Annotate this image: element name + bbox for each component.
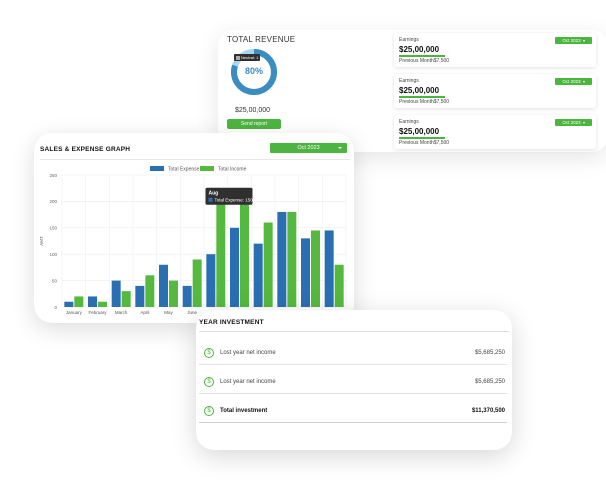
earnings-previous: Previous Month$7,500 — [399, 99, 450, 105]
earnings-progress-bar — [399, 55, 445, 57]
earnings-previous: Previous Month$7,500 — [399, 58, 450, 64]
bar-total-expense — [182, 285, 192, 307]
bar-total-expense — [64, 301, 74, 307]
chevron-down-icon — [582, 80, 585, 83]
investment-title: YEAR INVESTMENT — [199, 319, 264, 326]
dollar-icon: $ — [204, 377, 214, 387]
chevron-down-icon — [582, 39, 585, 42]
bar-total-income — [98, 301, 107, 307]
bar-total-expense — [206, 254, 216, 307]
dollar-icon: $ — [204, 348, 214, 358]
earnings-previous: Previous Month$7,500 — [399, 140, 450, 146]
investment-row: $ Lost year net income $5,685,250 — [199, 342, 507, 365]
legend-label-income: Total Income — [218, 167, 247, 173]
y-tick-label: 150 — [49, 226, 57, 231]
earnings-month-dropdown[interactable]: Oct 2023 — [555, 37, 592, 44]
sales-expense-bar-chart: Total Expense Total Income 0 50 100 150 200 250… — [39, 166, 347, 315]
earnings-month-dropdown-label: Oct 2023 — [562, 120, 581, 125]
earnings-month-dropdown[interactable]: Oct 2023 — [555, 119, 592, 126]
investment-row: $ Lost year net income $5,685,250 — [199, 371, 507, 394]
donut-percent: 80% — [244, 66, 263, 76]
bar-total-expense — [277, 211, 287, 307]
x-tick-label: January — [66, 310, 83, 315]
earnings-label: Earnings — [399, 37, 419, 43]
donut-tooltip: Neutral: 1 — [234, 54, 261, 61]
bar-total-expense — [159, 264, 168, 307]
bar-total-income — [263, 222, 273, 307]
bar-total-expense — [230, 227, 239, 307]
legend-swatch-income — [200, 166, 214, 171]
x-tick-label: February — [88, 310, 107, 315]
earnings-month-dropdown[interactable]: Oct 2023 — [555, 78, 592, 85]
send-report-button[interactable]: Send report — [227, 119, 281, 129]
x-tick-label: June — [187, 310, 197, 315]
chart-tooltip-title: Aug — [209, 190, 219, 196]
revenue-amount: $25,00,000 — [235, 107, 271, 114]
chevron-down-icon — [582, 121, 585, 124]
bar-total-income — [192, 259, 202, 307]
year-investment-card: YEAR INVESTMENT $ Lost year net income $… — [196, 310, 512, 450]
investment-row-value: $5,685,250 — [474, 350, 505, 356]
investment-total-label: Total investment — [220, 408, 268, 414]
sales-expense-graph-card: SALES & EXPENSE GRAPH Oct 2023 Total Exp… — [34, 133, 354, 323]
y-tick-label: 200 — [49, 199, 57, 204]
bar-total-income — [287, 211, 297, 307]
bar-total-income — [216, 201, 226, 307]
earnings-value: $25,00,000 — [399, 86, 440, 95]
bar-total-expense — [88, 296, 97, 307]
earnings-card: Earnings $25,00,000 Previous Month$7,500… — [394, 33, 596, 67]
y-tick-label: 100 — [49, 252, 57, 257]
bar-total-income — [240, 190, 249, 307]
earnings-label: Earnings — [399, 119, 419, 125]
y-tick-label: 50 — [52, 278, 58, 283]
earnings-card: Earnings $25,00,000 Previous Month$7,500… — [394, 74, 596, 108]
x-tick-label: May — [164, 310, 173, 315]
x-tick-label: March — [115, 310, 128, 315]
earnings-month-dropdown-label: Oct 2023 — [562, 38, 581, 43]
donut-tooltip-label: Neutral: 1 — [241, 55, 259, 60]
legend-label-expense: Total Expense — [168, 167, 200, 173]
tooltip-swatch — [236, 55, 240, 60]
investment-row-value: $5,685,250 — [474, 379, 505, 385]
y-axis-label: AMT — [39, 236, 44, 246]
earnings-progress-bar — [399, 96, 445, 98]
bar-total-income — [145, 275, 155, 307]
legend-swatch-expense — [150, 166, 164, 171]
earnings-card: Earnings $25,00,000 Previous Month$7,500… — [394, 115, 596, 149]
y-tick-label: 0 — [54, 305, 57, 310]
bar-total-income — [121, 291, 131, 307]
y-tick-label: 250 — [49, 173, 57, 178]
bar-total-expense — [324, 230, 334, 307]
earnings-progress-bar — [399, 137, 445, 139]
bar-total-income — [74, 296, 84, 307]
earnings-month-dropdown-label: Oct 2023 — [562, 79, 581, 84]
investment-divider — [199, 331, 509, 332]
chart-tooltip-text: Total Expense: 150 — [215, 198, 254, 203]
dollar-icon: $ — [204, 406, 214, 416]
investment-total-value: $11,370,500 — [471, 408, 505, 414]
bar-total-income — [334, 264, 344, 307]
earnings-value: $25,00,000 — [399, 127, 440, 136]
investment-total-row: $ Total investment $11,370,500 — [199, 400, 507, 423]
earnings-label: Earnings — [399, 78, 419, 84]
bar-total-income — [311, 230, 320, 307]
investment-row-label: Lost year net income — [220, 350, 276, 356]
total-revenue-title: TOTAL REVENUE — [227, 35, 296, 44]
bar-total-expense — [253, 243, 263, 307]
earnings-value: $25,00,000 — [399, 45, 440, 54]
x-tick-label: April — [140, 310, 149, 315]
bar-total-expense — [301, 238, 310, 307]
bar-total-expense — [111, 280, 121, 307]
bar-total-income — [169, 280, 178, 307]
chart-tooltip-swatch — [208, 197, 213, 202]
investment-row-label: Lost year net income — [220, 379, 276, 385]
bar-total-expense — [135, 285, 145, 307]
